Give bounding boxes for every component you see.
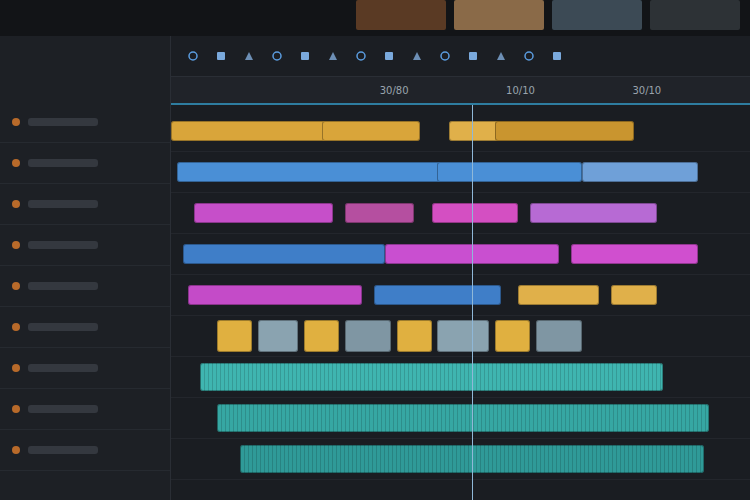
track-header[interactable]: [0, 225, 170, 266]
clip[interactable]: [495, 320, 530, 352]
track-header[interactable]: [0, 307, 170, 348]
track-header[interactable]: [0, 184, 170, 225]
clip[interactable]: [171, 121, 345, 141]
clip[interactable]: [530, 203, 657, 223]
time-ruler[interactable]: 30/80 10/10 30/10: [171, 77, 750, 105]
preview-frame[interactable]: [454, 0, 544, 30]
clip[interactable]: [495, 121, 634, 141]
timeline: 30/80 10/10 30/10: [171, 36, 750, 500]
clip[interactable]: [200, 363, 663, 391]
clip[interactable]: [582, 162, 698, 182]
tool-icon[interactable]: [467, 50, 479, 62]
clip[interactable]: [437, 320, 489, 352]
clip[interactable]: [518, 285, 599, 305]
track: [171, 316, 750, 357]
clip[interactable]: [258, 320, 299, 352]
tool-icon[interactable]: [355, 50, 367, 62]
tool-icon[interactable]: [383, 50, 395, 62]
ruler-tick: 10/10: [506, 85, 535, 96]
tool-icon[interactable]: [299, 50, 311, 62]
track-headers: [0, 36, 171, 500]
track-dot-icon: [12, 118, 20, 126]
tool-icon[interactable]: [271, 50, 283, 62]
preview-frame[interactable]: [650, 0, 740, 30]
track-dot-icon: [12, 159, 20, 167]
track: [171, 357, 750, 398]
track: [171, 152, 750, 193]
tool-icon[interactable]: [411, 50, 423, 62]
track-label-bar: [28, 405, 98, 413]
video-editor: 30/80 10/10 30/10: [0, 0, 750, 500]
tool-icon[interactable]: [551, 50, 563, 62]
clip[interactable]: [322, 121, 420, 141]
clip[interactable]: [611, 285, 657, 305]
preview-frame[interactable]: [356, 0, 446, 30]
clip[interactable]: [571, 244, 698, 264]
track-dot-icon: [12, 200, 20, 208]
track-dot-icon: [12, 446, 20, 454]
tool-icon[interactable]: [243, 50, 255, 62]
clip[interactable]: [304, 320, 339, 352]
clip[interactable]: [188, 285, 362, 305]
track-label-bar: [28, 200, 98, 208]
preview-strip: [0, 0, 750, 36]
clip[interactable]: [536, 320, 582, 352]
ruler-tick: 30/80: [380, 85, 409, 96]
track-label-bar: [28, 118, 98, 126]
toolbar: [171, 36, 750, 77]
track-dot-icon: [12, 282, 20, 290]
tool-icon[interactable]: [439, 50, 451, 62]
track: [171, 111, 750, 152]
clip[interactable]: [217, 320, 252, 352]
track-header[interactable]: [0, 102, 170, 143]
clip[interactable]: [183, 244, 386, 264]
tool-icon[interactable]: [495, 50, 507, 62]
clip[interactable]: [194, 203, 333, 223]
track-dot-icon: [12, 241, 20, 249]
clip[interactable]: [374, 285, 501, 305]
track-header[interactable]: [0, 266, 170, 307]
track-dot-icon: [12, 405, 20, 413]
tool-icon[interactable]: [327, 50, 339, 62]
clip[interactable]: [437, 162, 582, 182]
clip[interactable]: [432, 203, 519, 223]
clip[interactable]: [217, 404, 709, 432]
clip[interactable]: [345, 203, 414, 223]
clip[interactable]: [177, 162, 449, 182]
playhead[interactable]: [472, 105, 473, 500]
preview-frame[interactable]: [552, 0, 642, 30]
track-dot-icon: [12, 323, 20, 331]
track-label-bar: [28, 323, 98, 331]
track: [171, 275, 750, 316]
track-label-bar: [28, 159, 98, 167]
track-area: [171, 105, 750, 500]
track-label-bar: [28, 282, 98, 290]
track-header[interactable]: [0, 348, 170, 389]
tool-icon[interactable]: [187, 50, 199, 62]
track: [171, 398, 750, 439]
track: [171, 439, 750, 480]
track: [171, 234, 750, 275]
track: [171, 193, 750, 234]
track-label-bar: [28, 241, 98, 249]
track-header[interactable]: [0, 143, 170, 184]
clip[interactable]: [397, 320, 432, 352]
track-dot-icon: [12, 364, 20, 372]
tool-icon[interactable]: [523, 50, 535, 62]
ruler-tick: 30/10: [632, 85, 661, 96]
tool-icon[interactable]: [215, 50, 227, 62]
track-label-bar: [28, 364, 98, 372]
track-header[interactable]: [0, 430, 170, 471]
track-header[interactable]: [0, 389, 170, 430]
track-label-bar: [28, 446, 98, 454]
clip[interactable]: [345, 320, 391, 352]
